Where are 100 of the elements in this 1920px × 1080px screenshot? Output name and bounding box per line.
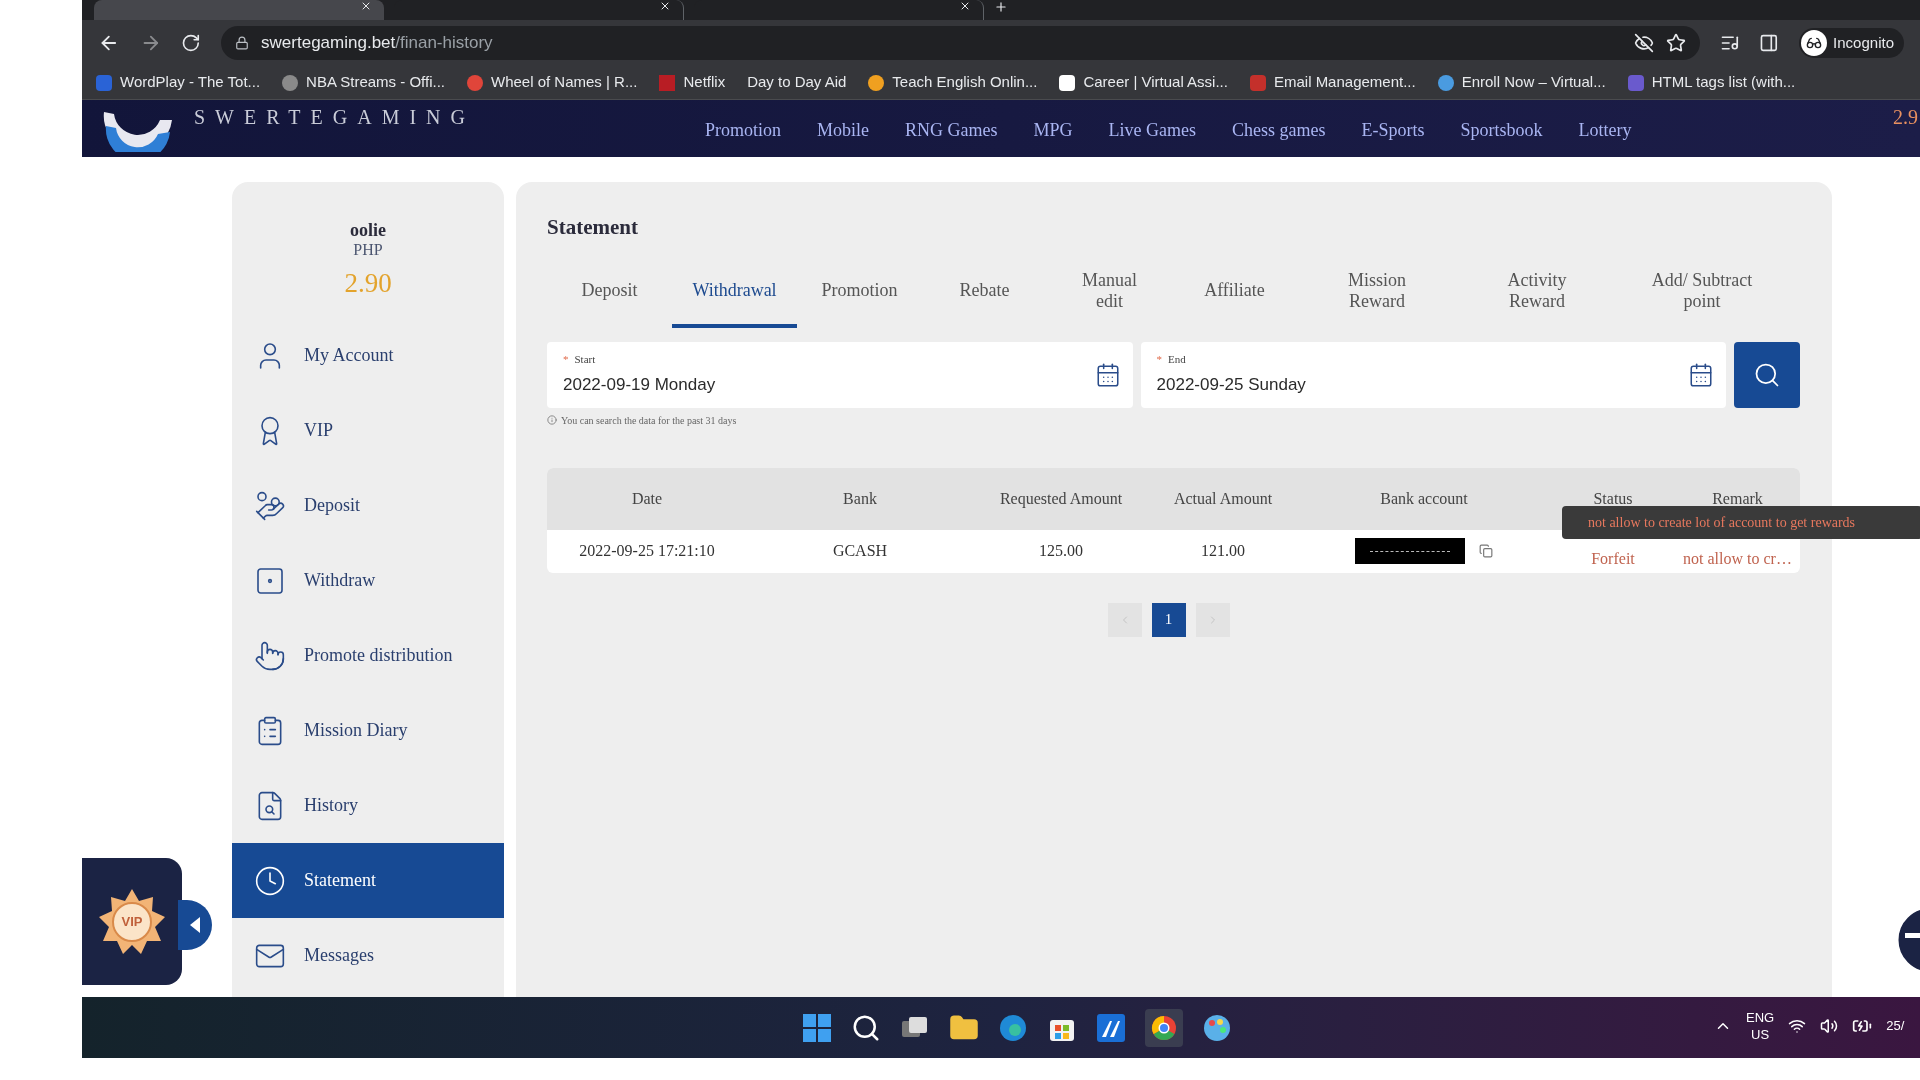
bookmark-link[interactable]: Enroll Now – Virtual... (1437, 71, 1606, 94)
sidebar-item[interactable]: Promote distribution (232, 618, 504, 693)
bookmark-link[interactable]: Career | Virtual Assi... (1059, 71, 1228, 94)
eye-off-icon[interactable] (1633, 33, 1654, 53)
nav-link[interactable]: Live Games (1108, 117, 1196, 144)
statement-tab[interactable]: Withdrawal (672, 257, 797, 328)
bookmark-link[interactable]: WordPlay - The Tot... (96, 71, 261, 94)
sidebar-item[interactable]: Mission Diary (232, 693, 504, 768)
username-text: oolie (350, 220, 386, 240)
table-cell-text: 121.00 (1200, 541, 1246, 561)
hint-text: You can search the data for the past 31 days (561, 413, 737, 428)
sidebar-item[interactable]: VIP (232, 393, 504, 468)
bookmark-link[interactable]: Day to Day Aid (747, 71, 847, 94)
nav-link[interactable]: RNG Games (905, 117, 998, 144)
statement-tab[interactable]: Promotion (797, 257, 922, 328)
windows-start-icon[interactable] (802, 1013, 832, 1043)
vip-label: VIP (121, 912, 143, 931)
search-button[interactable] (1734, 341, 1800, 408)
date-field[interactable]: * Start 2022-09-19 Monday (547, 341, 1133, 408)
date-field[interactable]: * End 2022-09-25 Sunday (1140, 341, 1727, 408)
nav-link[interactable]: Promotion (705, 117, 782, 144)
statement-title: Statement (547, 215, 638, 239)
statement-tab[interactable]: Mission Reward (1297, 257, 1457, 328)
close-icon[interactable] (959, 0, 971, 12)
statement-tab[interactable]: Manual edit (1047, 257, 1172, 328)
close-icon[interactable] (659, 0, 671, 12)
column-header: Actual Amount (1172, 488, 1274, 509)
column-header: Date (630, 488, 664, 509)
table-cell-text: GCASH (831, 541, 889, 561)
media-icon[interactable] (1719, 33, 1740, 53)
table-cell-text: 125.00 (1038, 541, 1084, 561)
nav-link[interactable]: MPG (1033, 117, 1073, 144)
bookmark-link[interactable]: Netflix (659, 71, 726, 94)
nav-link[interactable]: E-Sports (1361, 117, 1425, 144)
bookmark-star-icon[interactable] (1665, 33, 1686, 53)
statement-tab[interactable]: Add/ Subtract point (1617, 257, 1787, 328)
sidebar-item[interactable]: Statement (232, 843, 504, 918)
url-text: swertegaming.bet/finan-history (261, 32, 493, 55)
sidebar-item[interactable]: My Account (232, 318, 504, 393)
bookmark-link[interactable]: NBA Streams - Offi... (282, 71, 445, 94)
statement-tab[interactable]: Rebate (922, 257, 1047, 328)
pointer-hand-icon (254, 639, 286, 672)
close-icon[interactable] (360, 0, 372, 12)
wifi-icon[interactable] (1788, 1017, 1807, 1035)
bookmark-link[interactable]: Email Management... (1249, 71, 1416, 94)
clock-text[interactable]: 25/ (1886, 1016, 1905, 1036)
nav-link[interactable]: Mobile (817, 117, 870, 144)
table-cell-text: 2022-09-25 17:21:10 (578, 541, 716, 561)
bookmark-favicon-icon (1437, 74, 1454, 91)
nav-link[interactable]: Chess games (1232, 117, 1326, 144)
new-tab-icon[interactable] (994, 0, 1008, 14)
info-icon (547, 415, 557, 425)
reload-icon[interactable] (181, 33, 202, 53)
sidebar-item[interactable]: History (232, 768, 504, 843)
sidebar-item[interactable]: Messages (232, 918, 504, 993)
clock-icon (254, 864, 286, 897)
bookmark-link[interactable]: HTML tags list (with... (1627, 71, 1796, 94)
table-cell-text: Forfeit (1590, 550, 1636, 568)
volume-icon[interactable] (1820, 1017, 1839, 1035)
statement-tab[interactable]: Activity Reward (1457, 257, 1617, 328)
paint-palette-icon[interactable] (1202, 1013, 1232, 1043)
date-value: 2022-09-19 Monday (563, 373, 717, 396)
balance-text: 2.9 (1893, 105, 1918, 130)
language-indicator[interactable]: ENG US (1746, 1009, 1775, 1043)
column-header: Requested Amount (998, 488, 1124, 510)
logo-text: SWERTEGAMING (194, 105, 475, 130)
app-tile-icon[interactable] (1096, 1013, 1126, 1043)
profile-chip[interactable]: Incognito (1799, 28, 1904, 58)
table-cell-text: not allow to cr… (1682, 550, 1793, 568)
field-label: * End (1156, 351, 1187, 366)
nav-link[interactable]: Sportsbook (1460, 117, 1543, 144)
calendar-icon[interactable] (1094, 361, 1121, 388)
sidebar-item[interactable]: Deposit (232, 468, 504, 543)
bookmark-favicon-icon (467, 74, 483, 91)
address-field[interactable]: swertegaming.bet/finan-history (221, 26, 1700, 60)
copy-icon[interactable] (1479, 544, 1493, 558)
bookmark-link[interactable]: Wheel of Names | R... (467, 71, 638, 94)
bookmark-favicon-icon (1059, 74, 1076, 91)
bookmark-favicon-icon (1249, 74, 1266, 91)
nav-link[interactable]: Lottery (1578, 117, 1632, 144)
incognito-icon (1801, 30, 1828, 56)
statement-tab[interactable]: Deposit (547, 257, 672, 328)
bookmark-favicon-icon (282, 74, 299, 91)
side-panel-icon[interactable] (1759, 33, 1780, 53)
statement-tab[interactable]: Affiliate (1172, 257, 1297, 328)
lock-icon (235, 36, 250, 50)
hand-coin-icon (254, 489, 286, 522)
bookmark-favicon-icon (659, 74, 676, 91)
tooltip: not allow to create lot of account to get rewards (1562, 505, 1920, 539)
calendar-icon[interactable] (1688, 361, 1715, 388)
chrome-browser-icon[interactable] (1145, 1009, 1183, 1047)
balance-amount: 2.90 (344, 267, 392, 300)
bookmark-favicon-icon (96, 74, 112, 91)
column-header: Bank account (1379, 488, 1469, 509)
page-button[interactable]: 1 (1151, 602, 1186, 637)
search-icon[interactable] (851, 1013, 881, 1043)
sidebar-item[interactable]: Withdraw (232, 543, 504, 618)
bookmark-link[interactable]: Teach English Onlin... (868, 71, 1038, 94)
field-label: * Start (563, 351, 597, 366)
date-value: 2022-09-25 Sunday (1156, 373, 1307, 396)
